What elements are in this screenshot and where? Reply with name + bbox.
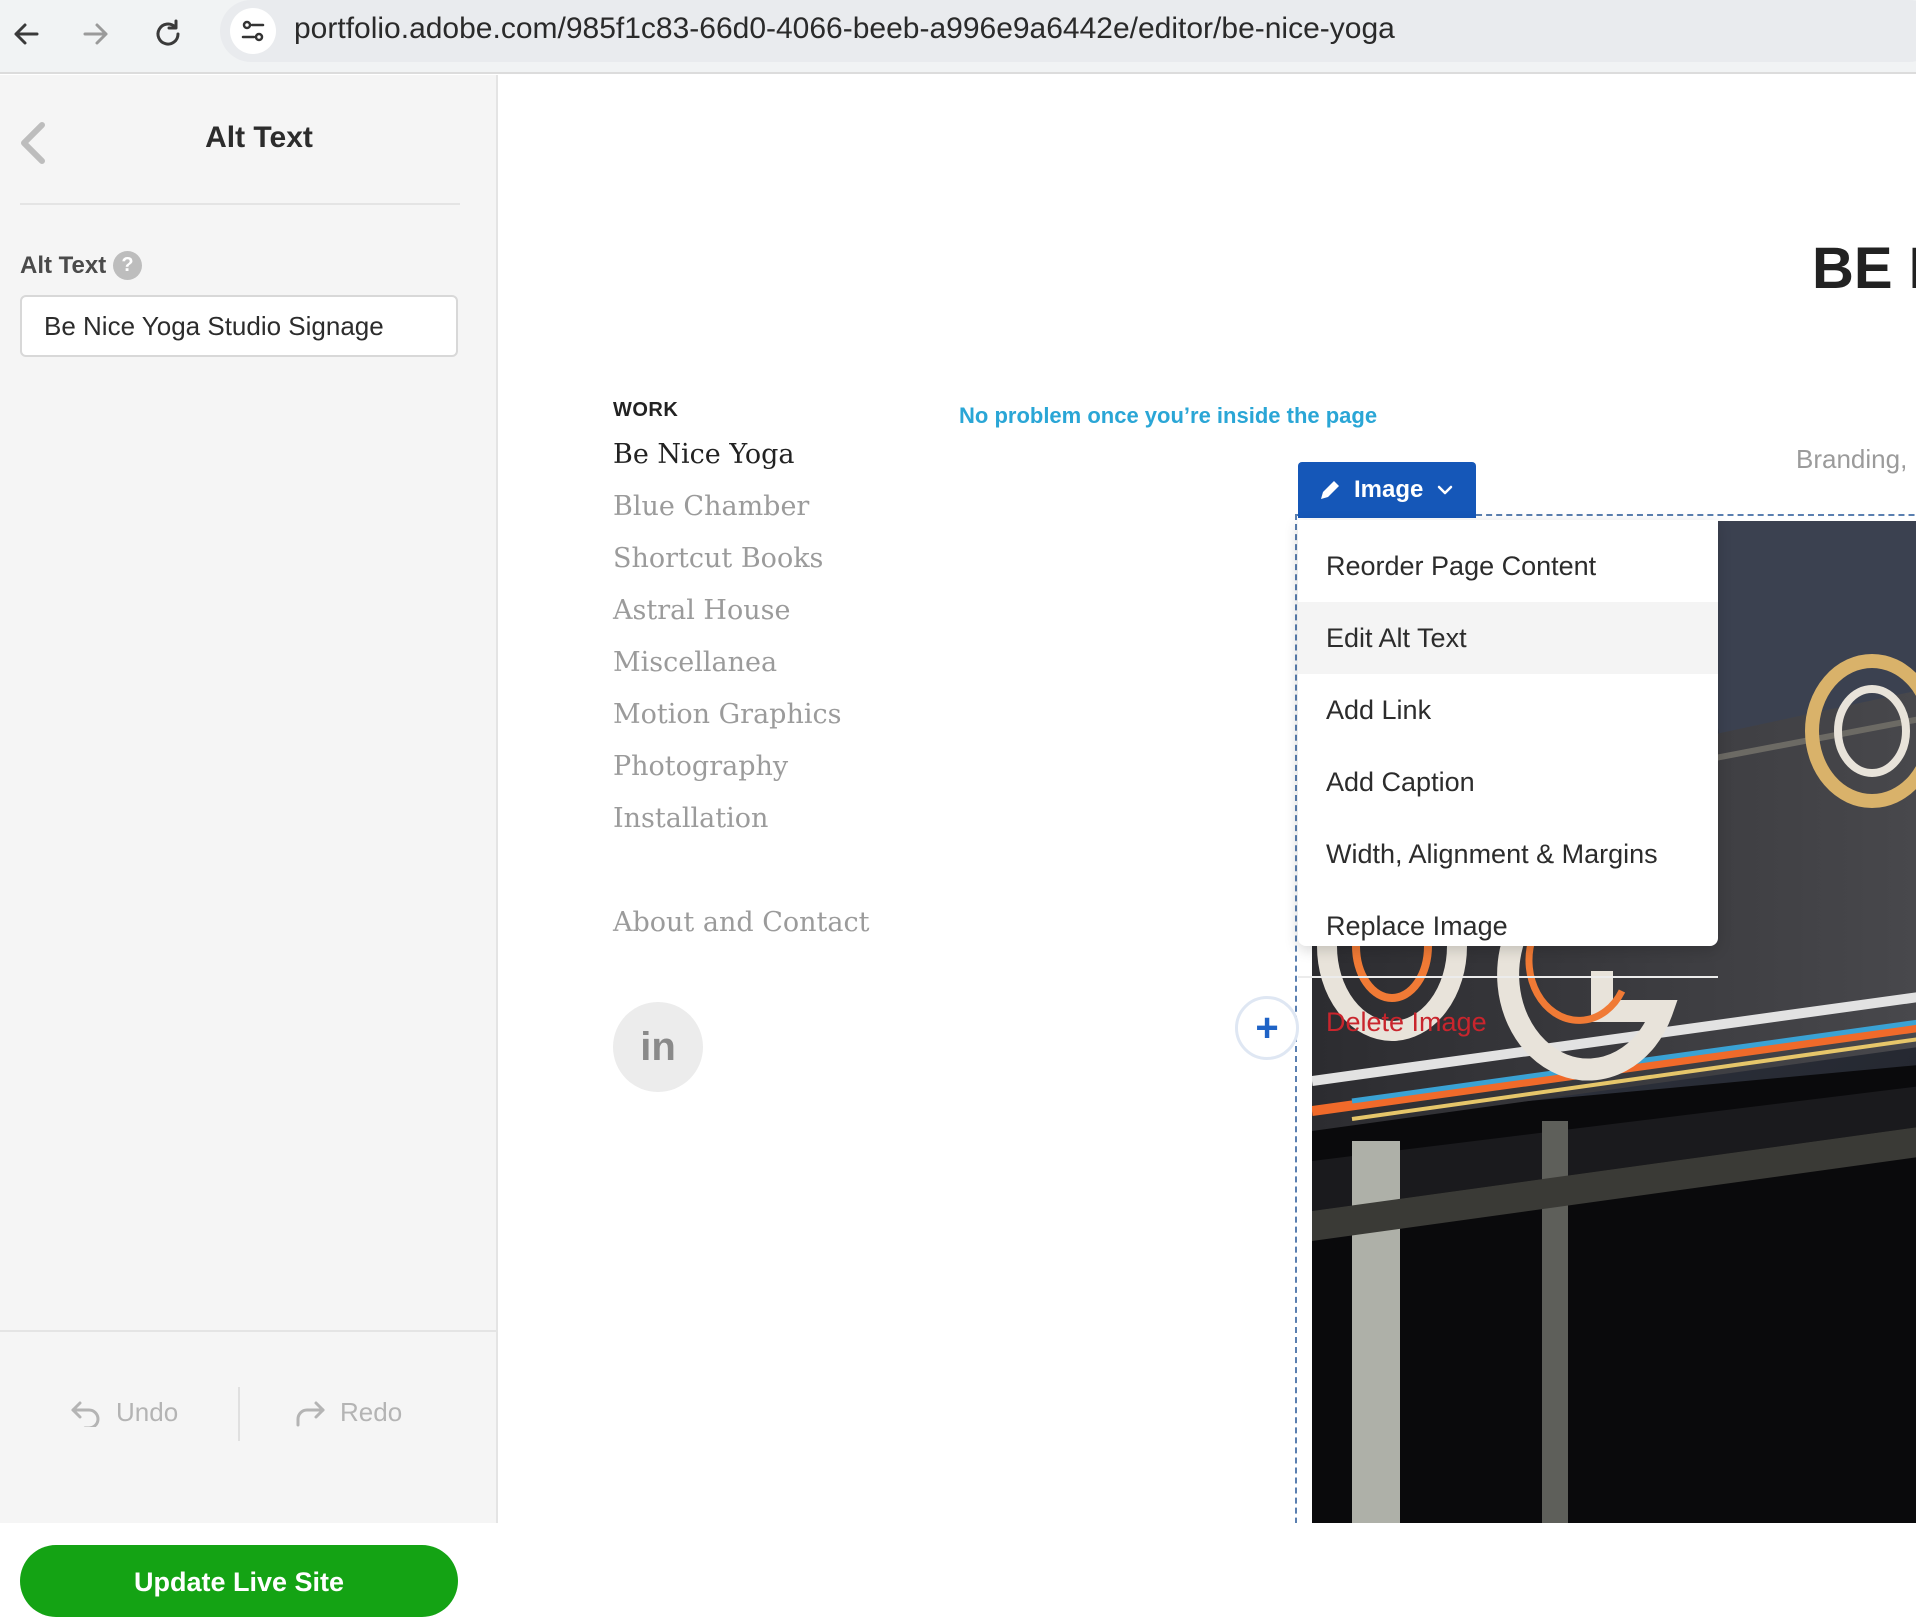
help-icon[interactable]: ? <box>113 251 142 280</box>
reload-icon[interactable] <box>144 10 192 58</box>
forward-icon[interactable] <box>72 10 120 58</box>
alt-text-input[interactable] <box>20 295 458 357</box>
linkedin-icon[interactable]: in <box>613 1002 703 1092</box>
work-item-blue-chamber[interactable]: Blue Chamber <box>613 481 841 533</box>
work-nav: Be Nice Yoga Blue Chamber Shortcut Books… <box>613 429 841 845</box>
menu-item-edit-alt-text[interactable]: Edit Alt Text <box>1298 602 1718 674</box>
alt-text-panel: Alt Text Alt Text ? Undo Redo Update Liv… <box>0 75 498 1617</box>
undo-icon <box>71 1401 100 1427</box>
page-canvas: BE N WORK Be Nice Yoga Blue Chamber Shor… <box>500 75 1916 1523</box>
redo-button[interactable]: Redo <box>292 1397 402 1428</box>
back-icon[interactable] <box>2 10 50 58</box>
branding-text: Branding, <box>1796 444 1908 474</box>
menu-item-add-caption[interactable]: Add Caption <box>1298 746 1718 818</box>
undo-button[interactable]: Undo <box>70 1397 178 1428</box>
menu-item-width-alignment[interactable]: Width, Alignment & Margins <box>1298 818 1718 890</box>
divider <box>20 203 460 205</box>
work-item-installation[interactable]: Installation <box>613 793 841 845</box>
image-options-menu: Reorder Page Content Edit Alt Text Add L… <box>1298 520 1718 1037</box>
work-item-photography[interactable]: Photography <box>613 741 841 793</box>
image-toolbar-button[interactable]: Image <box>1298 462 1476 518</box>
update-live-site-button[interactable]: Update Live Site <box>20 1545 458 1617</box>
work-item-motion-graphics[interactable]: Motion Graphics <box>613 689 841 741</box>
redo-label: Redo <box>340 1397 403 1427</box>
pencil-icon <box>1321 481 1339 499</box>
site-settings-icon[interactable] <box>230 8 276 54</box>
menu-item-replace-image[interactable]: Replace Image <box>1298 890 1718 962</box>
panel-title: Alt Text <box>205 121 313 154</box>
redo-icon <box>296 1401 325 1426</box>
divider <box>238 1387 240 1441</box>
menu-item-reorder[interactable]: Reorder Page Content <box>1298 530 1718 602</box>
work-item-shortcut-books[interactable]: Shortcut Books <box>613 533 841 585</box>
menu-item-add-link[interactable]: Add Link <box>1298 674 1718 746</box>
work-heading: WORK <box>613 399 679 421</box>
chevron-down-icon <box>1438 485 1453 495</box>
work-item-astral-house[interactable]: Astral House <box>613 585 841 637</box>
add-content-button[interactable]: + <box>1235 996 1299 1060</box>
divider <box>0 1330 498 1332</box>
image-toolbar-label: Image <box>1354 476 1424 503</box>
alt-text-label: Alt Text <box>20 252 107 279</box>
work-item-be-nice-yoga[interactable]: Be Nice Yoga <box>613 429 841 481</box>
work-item-miscellanea[interactable]: Miscellanea <box>613 637 841 689</box>
undo-label: Undo <box>116 1397 179 1427</box>
menu-divider <box>1298 976 1718 978</box>
annotation-text: No problem once you’re inside the page <box>959 403 1378 428</box>
url-text[interactable]: portfolio.adobe.com/985f1c83-66d0-4066-b… <box>294 12 1395 46</box>
site-title[interactable]: BE N <box>1812 235 1916 302</box>
about-contact-link[interactable]: About and Contact <box>613 907 869 938</box>
browser-toolbar: portfolio.adobe.com/985f1c83-66d0-4066-b… <box>0 0 1916 74</box>
menu-item-delete-image[interactable]: Delete Image <box>1298 986 1718 1058</box>
